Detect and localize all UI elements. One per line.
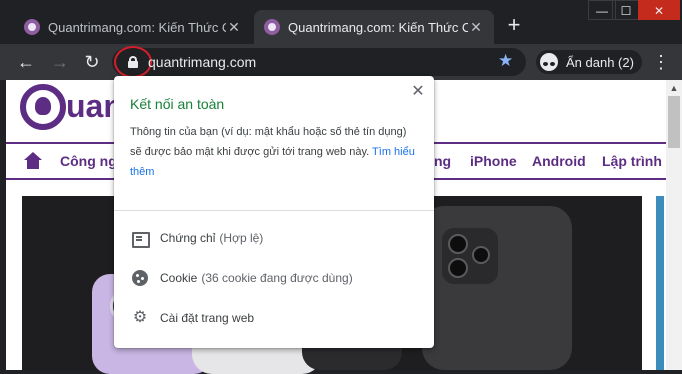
logo-text: uan <box>66 88 116 124</box>
tab-1[interactable]: Quantrimang.com: Kiến Thức Công ✕ <box>14 10 252 44</box>
back-arrow-icon[interactable]: ← <box>14 50 38 74</box>
site-favicon-icon <box>24 19 40 35</box>
scroll-up-icon[interactable]: ▲ <box>666 80 682 96</box>
site-info-popup: ✕ Kết nối an toàn Thông tin của bạn (ví … <box>114 76 434 348</box>
certificate-row[interactable]: Chứng chỉ (Hợp lệ) <box>114 218 434 258</box>
popup-title: Kết nối an toàn <box>130 96 225 112</box>
tab-close-icon[interactable]: ✕ <box>468 19 484 36</box>
page-scrollbar[interactable]: ▲ <box>666 80 682 370</box>
nav-item-lap-trinh[interactable]: Lập trình <box>602 153 662 169</box>
maximize-button[interactable]: ☐ <box>612 0 640 20</box>
sidebar-image[interactable] <box>656 196 664 370</box>
cookie-row[interactable]: Cookie (36 cookie đang được dùng) <box>114 258 434 298</box>
tab-title: Quantrimang.com: Kiến Thức Công <box>48 19 226 35</box>
site-settings-label: Cài đặt trang web <box>160 311 255 325</box>
site-favicon-icon <box>264 19 280 35</box>
address-bar[interactable]: quantrimang.com ★ <box>112 46 526 78</box>
site-info-button[interactable] <box>114 46 152 78</box>
nav-item-iphone[interactable]: iPhone <box>470 153 517 169</box>
home-icon[interactable] <box>24 152 42 170</box>
cookie-label: Cookie <box>160 271 198 285</box>
tab-title: Quantrimang.com: Kiến Thức Công <box>288 19 468 35</box>
description-text: Thông tin của bạn (ví dụ: mật khẩu hoặc … <box>130 126 407 158</box>
cookie-icon <box>132 270 148 286</box>
divider <box>114 210 434 211</box>
popup-description: Thông tin của bạn (ví dụ: mật khẩu hoặc … <box>130 122 420 182</box>
certificate-status: (Hợp lệ) <box>219 231 264 245</box>
incognito-label: Ẩn danh (2) <box>566 54 634 70</box>
site-settings-row[interactable]: ⚙ Cài đặt trang web <box>114 298 434 338</box>
tab-close-icon[interactable]: ✕ <box>226 19 242 36</box>
cookie-count: (36 cookie đang được dùng) <box>201 271 353 285</box>
close-window-button[interactable]: ✕ <box>638 0 680 20</box>
nav-item-partial[interactable]: ng <box>434 153 451 169</box>
browser-window: Quantrimang.com: Kiến Thức Công ✕ Quantr… <box>0 0 682 374</box>
toolbar: ← → ↻ quantrimang.com ★ Ẩn danh (2) ⋮ <box>0 44 682 80</box>
new-tab-button[interactable]: + <box>502 14 526 38</box>
logo-bulb-icon <box>20 84 66 130</box>
gear-icon: ⚙ <box>132 309 148 326</box>
certificate-label: Chứng chỉ <box>160 231 216 245</box>
incognito-badge[interactable]: Ẩn danh (2) <box>536 50 642 74</box>
tab-strip: Quantrimang.com: Kiến Thức Công ✕ Quantr… <box>0 0 682 44</box>
scroll-thumb[interactable] <box>668 96 680 148</box>
site-logo[interactable]: uan <box>20 84 116 134</box>
reload-icon[interactable]: ↻ <box>80 50 104 74</box>
phone-graphite <box>422 206 572 370</box>
close-icon[interactable]: ✕ <box>408 82 428 102</box>
forward-arrow-icon[interactable]: → <box>48 50 72 74</box>
tab-2-active[interactable]: Quantrimang.com: Kiến Thức Công ✕ <box>254 10 494 44</box>
incognito-icon <box>540 53 558 71</box>
nav-item-android[interactable]: Android <box>532 153 586 169</box>
certificate-icon <box>132 230 150 248</box>
url-text[interactable]: quantrimang.com <box>148 54 256 70</box>
kebab-menu-icon[interactable]: ⋮ <box>652 50 670 74</box>
bookmark-star-icon[interactable]: ★ <box>498 51 513 71</box>
lock-icon <box>128 56 138 68</box>
